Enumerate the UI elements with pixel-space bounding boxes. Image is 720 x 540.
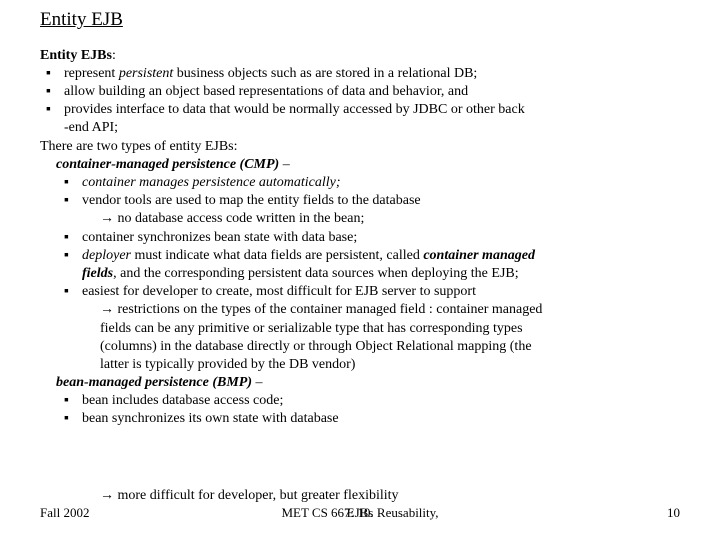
cmp-bullet-list-2: container synchronizes bean state with d… (40, 229, 680, 265)
subtitle: Entity EJBs: (40, 47, 680, 65)
subtitle-bold: Entity EJBs (40, 48, 112, 63)
cmp-title: container-managed persistence (CMP) (56, 157, 279, 172)
bmp-dash: – (252, 375, 263, 390)
arrow-icon: → (100, 488, 114, 503)
continuation-line: fields, and the corresponding persistent… (40, 265, 680, 283)
two-types-line: There are two types of entity EJBs: (40, 138, 680, 156)
continuation-line: latter is typically provided by the DB v… (40, 356, 680, 374)
arrow-icon: → (100, 302, 114, 317)
list-item: allow building an object based represent… (64, 83, 680, 101)
text: more difficult for developer, but greate… (118, 488, 399, 503)
text: restrictions on the types of the contain… (114, 302, 542, 317)
text: , and the corresponding persistent data … (113, 266, 519, 281)
text: must indicate what data fields are persi… (131, 248, 423, 263)
bmp-bullet-list: bean includes database access code; bean… (40, 392, 680, 428)
list-item: bean includes database access code; (82, 392, 680, 410)
arrow-line: → no database access code written in the… (40, 210, 680, 228)
text: business objects such as are stored in a… (173, 66, 477, 81)
text-em: persistent (119, 66, 173, 81)
cmp-bullet-list: container manages persistence automatica… (40, 174, 680, 210)
subtitle-colon: : (112, 48, 116, 63)
text: vendor tools are used to map the entity … (82, 193, 421, 208)
text: allow building an object based represent… (64, 84, 468, 99)
text: bean includes database access code; (82, 393, 283, 408)
text-bold: fields (82, 266, 113, 281)
text: represent (64, 66, 119, 81)
continuation-line: (columns) in the database directly or th… (40, 338, 680, 356)
text-bold: container managed (423, 248, 535, 263)
footer-page-number: 10 (667, 505, 680, 522)
text: easiest for developer to create, most di… (82, 284, 476, 299)
arrow-line: → more difficult for developer, but grea… (40, 487, 680, 505)
list-item: container synchronizes bean state with d… (82, 229, 680, 247)
text: bean synchronizes its own state with dat… (82, 411, 339, 426)
bmp-heading: bean-managed persistence (BMP) – (40, 374, 680, 392)
page-title: Entity EJB (40, 8, 680, 33)
text: provides interface to data that would be… (64, 102, 525, 117)
overlap-container: → more difficult for developer, but grea… (40, 487, 680, 505)
text: container synchronizes bean state with d… (82, 230, 357, 245)
footer-center-line2: EJBs (347, 505, 374, 522)
text-em: deployer (82, 248, 131, 263)
continuation-line: fields can be any primitive or serializa… (40, 320, 680, 338)
arrow-line: → restrictions on the types of the conta… (40, 301, 680, 319)
list-item: represent persistent business objects su… (64, 65, 680, 83)
list-item: provides interface to data that would be… (64, 101, 680, 119)
bmp-title: bean-managed persistence (BMP) (56, 375, 252, 390)
list-item: deployer must indicate what data fields … (82, 247, 680, 265)
arrow-icon: → (100, 211, 114, 226)
list-item: vendor tools are used to map the entity … (82, 192, 680, 210)
list-item: container manages persistence automatica… (82, 174, 680, 192)
continuation-line: -end API; (40, 119, 680, 137)
text: no database access code written in the b… (114, 211, 364, 226)
cmp-dash: – (279, 157, 290, 172)
footer-left: Fall 2002 (40, 505, 89, 522)
cmp-bullet-list-3: easiest for developer to create, most di… (40, 283, 680, 301)
list-item: easiest for developer to create, most di… (82, 283, 680, 301)
top-bullet-list: represent persistent business objects su… (40, 65, 680, 120)
text-em: container manages persistence automatica… (82, 175, 341, 190)
cmp-heading: container-managed persistence (CMP) – (40, 156, 680, 174)
list-item: bean synchronizes its own state with dat… (82, 410, 680, 428)
